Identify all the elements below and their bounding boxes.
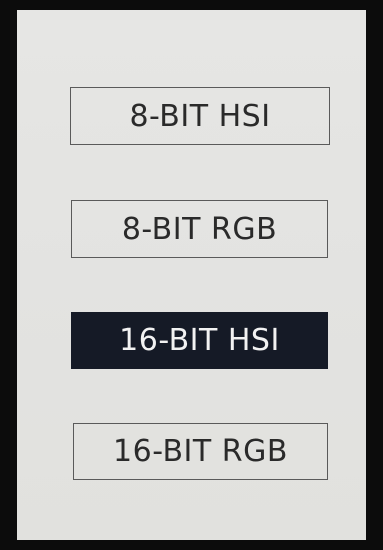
mode-button-16bit-rgb[interactable]: 16-BIT RGB <box>73 423 328 480</box>
device-bezel-right <box>366 0 383 550</box>
touch-screen: 8-BIT HSI 8-BIT RGB 16-BIT HSI 16-BIT RG… <box>17 10 366 540</box>
mode-button-16bit-hsi[interactable]: 16-BIT HSI <box>71 312 328 369</box>
device-bezel-top <box>0 0 383 10</box>
device-bezel-left <box>0 0 17 550</box>
device-bezel-bottom <box>0 540 383 550</box>
mode-button-8bit-rgb[interactable]: 8-BIT RGB <box>71 200 328 258</box>
mode-button-8bit-hsi[interactable]: 8-BIT HSI <box>70 87 330 145</box>
